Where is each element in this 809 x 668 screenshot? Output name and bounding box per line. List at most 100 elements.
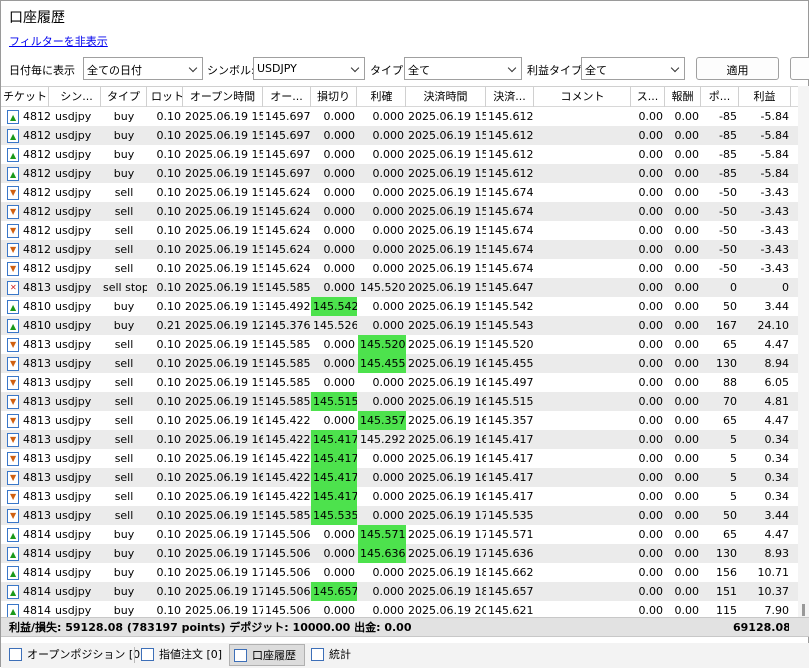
close-price-cell: 145.417: [488, 433, 534, 446]
tp-cell: 0.000: [372, 566, 405, 579]
open-price-cell: 145.697: [265, 148, 311, 161]
column-header-type[interactable]: タイプ: [101, 87, 147, 107]
type-cell: buy: [113, 129, 135, 142]
sl-cell: 0.000: [323, 338, 356, 351]
symbol-cell: usdjpy: [55, 547, 92, 560]
table-row[interactable]: ▲ 4812 usdjpy buy 0.102025.06.19 15:00145.69…: [1, 126, 798, 145]
vertical-scrollbar[interactable]: [798, 86, 809, 617]
table-row[interactable]: ▼4813usdjpysell0.102025.06.19 15:35145.5…: [1, 354, 798, 373]
points-cell: 65: [723, 414, 737, 427]
table-row[interactable]: ▼4812usdjpysell0.102025.06.19 15:03145.6…: [1, 259, 798, 278]
swap-cell: 0.00: [638, 604, 664, 617]
table-row[interactable]: ▼4813usdjpysell0.102025.06.19 15:35145.5…: [1, 506, 798, 525]
comment-cell: [535, 183, 631, 202]
profit-cell: -3.43: [760, 205, 789, 218]
tp-cell: 0.000: [372, 376, 405, 389]
tab-statistics[interactable]: 統計: [307, 644, 367, 666]
comment-cell: [535, 240, 631, 259]
type-cell: buy: [113, 547, 135, 560]
symbol-cell: usdjpy: [55, 224, 92, 237]
buy-arrow-icon: ▲: [7, 528, 19, 542]
column-header-ticket[interactable]: チケット: [1, 87, 49, 107]
sell-arrow-icon: ▼: [7, 509, 19, 523]
date-select[interactable]: 全ての日付: [83, 57, 203, 80]
table-row[interactable]: ▲ 4814 usdjpy buy 0.102025.06.19 17:21145.50…: [1, 525, 798, 544]
sl-cell: 145.417: [311, 449, 357, 468]
orders-icon: [141, 648, 154, 661]
column-header-swap[interactable]: ス...: [631, 87, 665, 107]
table-row[interactable]: ▼4813usdjpysell0.102025.06.19 16:46145.4…: [1, 468, 798, 487]
hide-filter-link[interactable]: フィルターを非表示: [9, 33, 108, 49]
column-header-fee[interactable]: 報酬: [665, 87, 701, 107]
close-price-cell: 145.612: [488, 167, 534, 180]
table-row[interactable]: ▲ 4814 usdjpy buy 0.102025.06.19 17:21145.50…: [1, 544, 798, 563]
close-time-cell: 2025.06.19 18:37: [408, 585, 486, 598]
profit-type-select[interactable]: 全て: [581, 57, 685, 80]
comment-cell: [535, 221, 631, 240]
tab-account-history[interactable]: 口座履歴: [229, 644, 305, 666]
close-time-cell: 2025.06.19 20:14: [408, 604, 486, 617]
column-header-comment[interactable]: コメント: [535, 87, 631, 107]
table-row[interactable]: ✕4813usdjpysell stop0.102025.06.19 15:19…: [1, 278, 798, 297]
table-row[interactable]: ▲ 4810 usdjpy buy 0.102025.06.19 13:30145.49…: [1, 297, 798, 316]
table-row[interactable]: ▼4813usdjpysell0.102025.06.19 16:46145.4…: [1, 487, 798, 506]
column-header-points[interactable]: ポ...: [701, 87, 739, 107]
type-cell: sell: [114, 509, 134, 522]
symbol-select[interactable]: USDJPY: [253, 57, 365, 80]
table-row[interactable]: ▲ 4810 usdjpy buy 0.212025.06.19 12:39145.37…: [1, 316, 798, 335]
type-cell: sell: [114, 433, 134, 446]
chevron-down-icon: [350, 63, 360, 73]
table-row[interactable]: ▼4813usdjpysell0.102025.06.19 15:35145.5…: [1, 392, 798, 411]
open-price-cell: 145.585: [265, 509, 311, 522]
column-header-symbol[interactable]: シン...: [53, 87, 101, 107]
table-row[interactable]: ▼4813usdjpysell0.102025.06.19 16:46145.4…: [1, 430, 798, 449]
table-row[interactable]: ▼4813usdjpysell0.102025.06.19 16:46145.4…: [1, 411, 798, 430]
table-row[interactable]: ▼4813usdjpysell0.102025.06.19 16:46145.4…: [1, 449, 798, 468]
lot-cell: 0.10: [156, 300, 182, 313]
close-time-cell: 2025.06.19 15:04: [408, 167, 486, 180]
column-header-close-time[interactable]: 決済時間: [406, 87, 486, 107]
table-row[interactable]: ▼4812usdjpysell0.102025.06.19 15:03145.6…: [1, 240, 798, 259]
tp-cell: 145.455: [358, 354, 406, 373]
profit-cell: 24.10: [757, 319, 790, 332]
column-header-profit[interactable]: 利益: [739, 87, 791, 107]
ticket-cell: 4814: [23, 528, 51, 541]
table-row[interactable]: ▲ 4814 usdjpy buy 0.102025.06.19 17:21145.50…: [1, 582, 798, 601]
table-row[interactable]: ▼4812usdjpysell0.102025.06.19 15:03145.6…: [1, 183, 798, 202]
table-row[interactable]: ▲ 4812 usdjpy buy 0.102025.06.19 15:00145.69…: [1, 107, 798, 126]
swap-cell: 0.00: [638, 205, 664, 218]
table-row[interactable]: ▲ 4814 usdjpy buy 0.102025.06.19 17:21145.50…: [1, 601, 798, 617]
open-price-cell: 145.492: [265, 300, 311, 313]
close-time-cell: 2025.06.19 15:09: [408, 243, 486, 256]
table-row[interactable]: ▲ 4814 usdjpy buy 0.102025.06.19 17:21145.50…: [1, 563, 798, 582]
table-row[interactable]: ▲ 4812 usdjpy buy 0.102025.06.19 15:00145.69…: [1, 145, 798, 164]
column-header-close-price[interactable]: 決済...: [486, 87, 534, 107]
apply-button[interactable]: 適用: [696, 57, 779, 80]
profit-cell: 8.94: [764, 357, 790, 370]
positions-icon: [9, 648, 22, 661]
lot-cell: 0.10: [156, 186, 182, 199]
type-select[interactable]: 全て: [404, 57, 522, 80]
tab-open-positions[interactable]: オープンポジション [0]: [5, 644, 144, 666]
table-row[interactable]: ▼4812usdjpysell0.102025.06.19 15:03145.6…: [1, 221, 798, 240]
type-cell: buy: [113, 110, 135, 123]
table-row[interactable]: ▲ 4812 usdjpy buy 0.102025.06.19 15:00145.69…: [1, 164, 798, 183]
date-filter-label: 日付毎に表示: [9, 64, 75, 77]
scroll-thumb[interactable]: [802, 604, 805, 616]
table-row[interactable]: ▼4813usdjpysell0.102025.06.19 15:35145.5…: [1, 373, 798, 392]
column-header-open-price[interactable]: オー...: [263, 87, 311, 107]
column-header-sl[interactable]: 損切り: [311, 87, 357, 107]
table-row[interactable]: ▼4812usdjpysell0.102025.06.19 15:03145.6…: [1, 202, 798, 221]
extra-button[interactable]: [790, 57, 809, 80]
tp-cell: 0.000: [372, 129, 405, 142]
swap-cell: 0.00: [638, 433, 664, 446]
profit-cell: -3.43: [760, 224, 789, 237]
points-cell: -50: [719, 262, 737, 275]
open-price-cell: 145.624: [265, 224, 311, 237]
column-header-tp[interactable]: 利確: [358, 87, 406, 107]
column-header-open-time[interactable]: オープン時間: [183, 87, 263, 107]
table-row[interactable]: ▼4813usdjpysell0.102025.06.19 15:35145.5…: [1, 335, 798, 354]
close-time-cell: 2025.06.19 15:09: [408, 262, 486, 275]
column-header-lot[interactable]: ロット: [149, 87, 183, 107]
tab-pending-orders[interactable]: 指値注文 [0]: [137, 644, 227, 666]
